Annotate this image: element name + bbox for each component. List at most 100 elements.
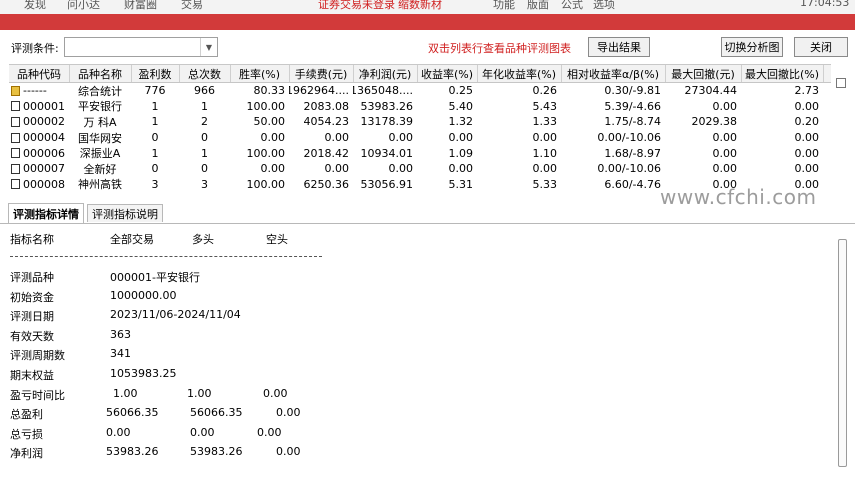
table-cell: 53056.91	[360, 177, 414, 191]
table-cell: 1.10	[532, 146, 558, 160]
table-cell: 1	[201, 99, 208, 113]
table-cell: 0.00	[794, 99, 820, 113]
metric-value: 000001-平安银行	[110, 271, 200, 284]
table-row[interactable]: 000006 深振业A 1 1 100.00 2018.42 10934.01 1.09 1.1…	[9, 145, 831, 161]
table-cell: 0	[151, 131, 159, 145]
tab-metric-details[interactable]: 评测指标详情	[8, 203, 84, 223]
table-cell: 2029.38	[691, 115, 738, 129]
login-status[interactable]: 证券交易未登录	[318, 0, 395, 12]
metric-value: 2023/11/06-2024/11/04	[110, 308, 241, 322]
detail-header-long: 多头	[192, 233, 214, 246]
checkbox-icon[interactable]	[11, 148, 20, 159]
dialog-title-bar[interactable]	[0, 14, 855, 30]
table-cell: 2083.08	[303, 99, 350, 113]
table-row[interactable]: 000001 平安银行 1 1 100.00 2083.08 53983.26 5.40 5.4…	[9, 99, 831, 115]
metric-value: 1.00	[113, 386, 138, 400]
column-header[interactable]: 品种名称	[69, 65, 132, 82]
table-cell: 0	[151, 162, 159, 176]
table-cell: 100.00	[246, 99, 286, 113]
table-row[interactable]: 000002 万 科A 1 2 50.00 4054.23 13178.39 1.32 1.33…	[9, 114, 831, 130]
checkbox-icon[interactable]	[11, 179, 20, 190]
table-cell: 国华网安	[78, 131, 122, 145]
column-header[interactable]: 盈利数	[131, 65, 180, 82]
menu-formula[interactable]: 公式	[561, 0, 583, 12]
table-cell: 1	[151, 115, 159, 129]
table-cell: 0.00	[388, 131, 414, 145]
condition-select[interactable]: ▼	[64, 37, 218, 57]
table-cell: 2	[201, 115, 208, 129]
metric-value: 53983.26	[106, 445, 159, 459]
scroll-box[interactable]	[836, 78, 846, 88]
metric-value: 0.00	[257, 425, 282, 439]
stock-ticker: 缩数新材	[398, 0, 442, 11]
column-header[interactable]: 最大回撤(元)	[665, 65, 742, 82]
column-header[interactable]: 总次数	[179, 65, 231, 82]
switch-chart-button[interactable]: 切换分析图	[721, 37, 783, 57]
menu-wealth[interactable]: 财富圈	[124, 0, 157, 12]
table-cell: 0.00	[388, 162, 414, 176]
divider	[10, 256, 322, 257]
code-cell: ------	[9, 83, 69, 99]
table-cell: 0.00	[532, 131, 558, 145]
table-cell: 100.00	[246, 146, 286, 160]
column-header[interactable]: 最大回撤比(%)	[741, 65, 824, 82]
table-cell: 5.33	[532, 177, 558, 191]
table-cell: 0.00	[794, 146, 820, 160]
detail-header-name: 指标名称	[10, 233, 54, 246]
export-button[interactable]: 导出结果	[588, 37, 650, 57]
hint-text: 双击列表行查看品种评测图表	[428, 42, 571, 55]
column-header[interactable]: 净利润(元)	[353, 65, 418, 82]
checkbox-icon[interactable]	[11, 101, 20, 112]
menu-layout[interactable]: 版面	[527, 0, 549, 12]
menu-discover[interactable]: 发现	[24, 0, 46, 12]
menu-trade[interactable]: 交易	[181, 0, 203, 12]
table-cell: 全新好	[83, 162, 117, 176]
column-header[interactable]: 相对收益率α/β(%)	[561, 65, 666, 82]
column-header[interactable]: 手续费(元)	[289, 65, 354, 82]
column-header[interactable]: 胜率(%)	[230, 65, 290, 82]
table-cell: 1	[151, 99, 159, 113]
column-header[interactable]: 品种代码	[9, 65, 70, 82]
menu-options[interactable]: 选项	[593, 0, 615, 12]
table-cell: 0.00	[794, 162, 820, 176]
watermark: www.cfchi.com	[660, 185, 817, 209]
table-cell: 5.40	[448, 99, 474, 113]
metric-value: 1000000.00	[110, 288, 177, 302]
checkbox-icon[interactable]	[11, 163, 20, 174]
table-cell: 966	[194, 84, 215, 98]
menu-ask[interactable]: 问小达	[67, 0, 100, 12]
table-cell: 0.20	[794, 115, 820, 129]
table-row[interactable]: 000007 全新好 0 0 0.00 0.00 0.00 0.00 0.00 0.00/-10.…	[9, 161, 831, 177]
table-row[interactable]: 000004 国华网安 0 0 0.00 0.00 0.00 0.00 0.00 0.00/-10…	[9, 130, 831, 146]
metric-value: 363	[110, 327, 131, 341]
metric-value: 341	[110, 347, 131, 361]
column-header[interactable]: 年化收益率(%)	[477, 65, 562, 82]
metric-name: 有效天数	[10, 329, 54, 343]
column-header[interactable]: 收益率(%)	[417, 65, 478, 82]
table-cell: 0	[201, 162, 208, 176]
metric-value: 0.00	[106, 425, 131, 439]
checkbox-icon[interactable]	[11, 132, 20, 143]
chevron-down-icon[interactable]: ▼	[200, 38, 217, 56]
menu-function[interactable]: 功能	[493, 0, 515, 12]
table-cell: 1962964....	[289, 84, 349, 98]
metric-name: 评测日期	[10, 310, 54, 324]
tab-metric-explanation[interactable]: 评测指标说明	[87, 204, 163, 222]
metric-value: 0.00	[190, 425, 215, 439]
checkbox-icon[interactable]	[11, 116, 20, 127]
close-button[interactable]: 关闭	[794, 37, 848, 57]
detail-scrollbar[interactable]	[838, 239, 847, 467]
summary-row[interactable]: ------ 综合统计 776 966 80.33 1962964.... 1365048.…	[9, 83, 831, 99]
code-cell: 000002	[9, 114, 69, 130]
code-text: 000002	[23, 115, 65, 129]
summary-icon[interactable]	[11, 85, 20, 96]
code-cell: 000006	[9, 145, 69, 161]
code-cell: 000007	[9, 161, 69, 177]
table-cell: 5.31	[448, 177, 474, 191]
table-cell: 0.00	[324, 131, 350, 145]
table-cell: 3	[151, 177, 159, 191]
metric-name: 期末权益	[10, 369, 54, 382]
table-cell: 0.00/-10.06	[597, 162, 661, 176]
metric-name: 净利润	[10, 447, 43, 461]
table-cell: 0.25	[448, 84, 474, 98]
